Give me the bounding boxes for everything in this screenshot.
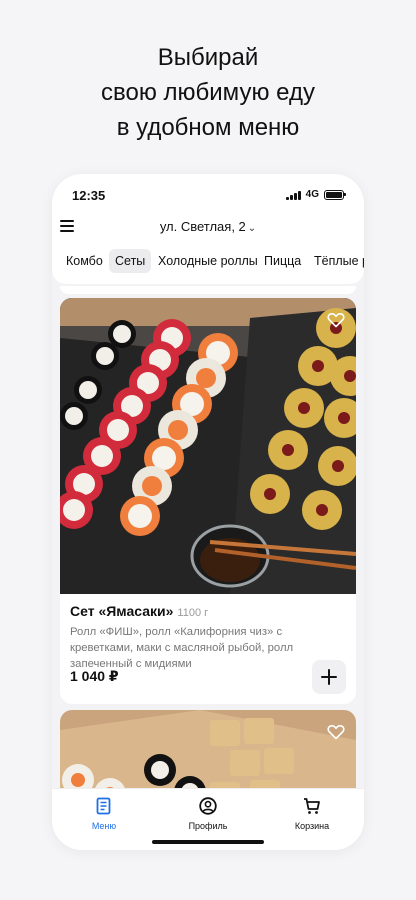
promo-line-2: свою любимую еду: [101, 79, 315, 106]
product-title-row: Сет «Ямасаки» 1100 г: [70, 603, 208, 619]
battery-icon: [324, 189, 346, 200]
product-title: Сет «Ямасаки»: [70, 603, 174, 619]
product-price: 1 040 ₽: [70, 668, 119, 684]
phone-screen: 12:35 4G ул. Светлая, 2 ⌄ Комбо Сеты Холо…: [52, 174, 364, 850]
network-type: 4G: [305, 189, 319, 200]
tab-cold-rolls[interactable]: Холодные роллы: [152, 249, 264, 273]
product-list: Сет «Ямасаки» 1100 г Ролл «ФИШ», ролл «Ка…: [52, 286, 364, 790]
product-weight: 1100 г: [177, 607, 209, 619]
status-bar: 12:35 4G: [52, 174, 364, 214]
tab-sets[interactable]: Сеты: [109, 249, 152, 273]
nav-menu-label: Меню: [91, 821, 117, 831]
promo-line-1: Выбирай: [157, 44, 259, 71]
nav-menu[interactable]: Меню: [64, 795, 144, 831]
address-text: ул. Светлая, 2: [159, 219, 246, 234]
product-card[interactable]: Сет «Ямасаки» 1100 г Ролл «ФИШ», ролл «Ка…: [60, 298, 356, 704]
nav-cart-label: Корзина: [294, 821, 330, 831]
plus-icon: [321, 669, 337, 685]
tab-combo[interactable]: Комбо: [60, 249, 109, 273]
product-image: [60, 298, 356, 594]
nav-profile[interactable]: Профиль: [168, 795, 248, 831]
address-selector[interactable]: ул. Светлая, 2 ⌄: [52, 219, 364, 234]
product-card-next[interactable]: [60, 710, 356, 790]
category-tabs: Комбо Сеты Холодные роллы Пицца Тёплые р: [52, 244, 364, 284]
status-time: 12:35: [72, 188, 106, 203]
nav-cart[interactable]: Корзина: [272, 795, 352, 831]
promo-heading: Выбирай свою любимую еду в удобном меню: [0, 40, 416, 145]
cart-icon: [272, 795, 352, 817]
bottom-navigation: Меню Профиль Корзина: [52, 788, 364, 850]
nav-profile-label: Профиль: [188, 821, 228, 831]
tab-warm-rolls[interactable]: Тёплые р: [308, 249, 364, 273]
favorite-heart-icon[interactable]: [320, 304, 352, 336]
top-bar: ул. Светлая, 2 ⌄: [52, 214, 364, 244]
home-indicator: [152, 840, 264, 844]
chevron-down-icon: ⌄: [247, 223, 257, 234]
profile-icon: [168, 795, 248, 817]
status-indicators: 4G: [285, 189, 346, 200]
favorite-heart-icon-next[interactable]: [320, 716, 352, 748]
previous-card-edge: [60, 286, 356, 294]
promo-line-3: в удобном меню: [116, 114, 300, 141]
signal-icon: [285, 190, 301, 200]
tab-pizza[interactable]: Пицца: [258, 249, 307, 273]
add-to-cart-button[interactable]: [312, 660, 346, 694]
menu-doc-icon: [64, 795, 144, 817]
product-image-next: [60, 710, 356, 790]
product-description: Ролл «ФИШ», ролл «Калифорния чиз» с крев…: [70, 626, 294, 670]
